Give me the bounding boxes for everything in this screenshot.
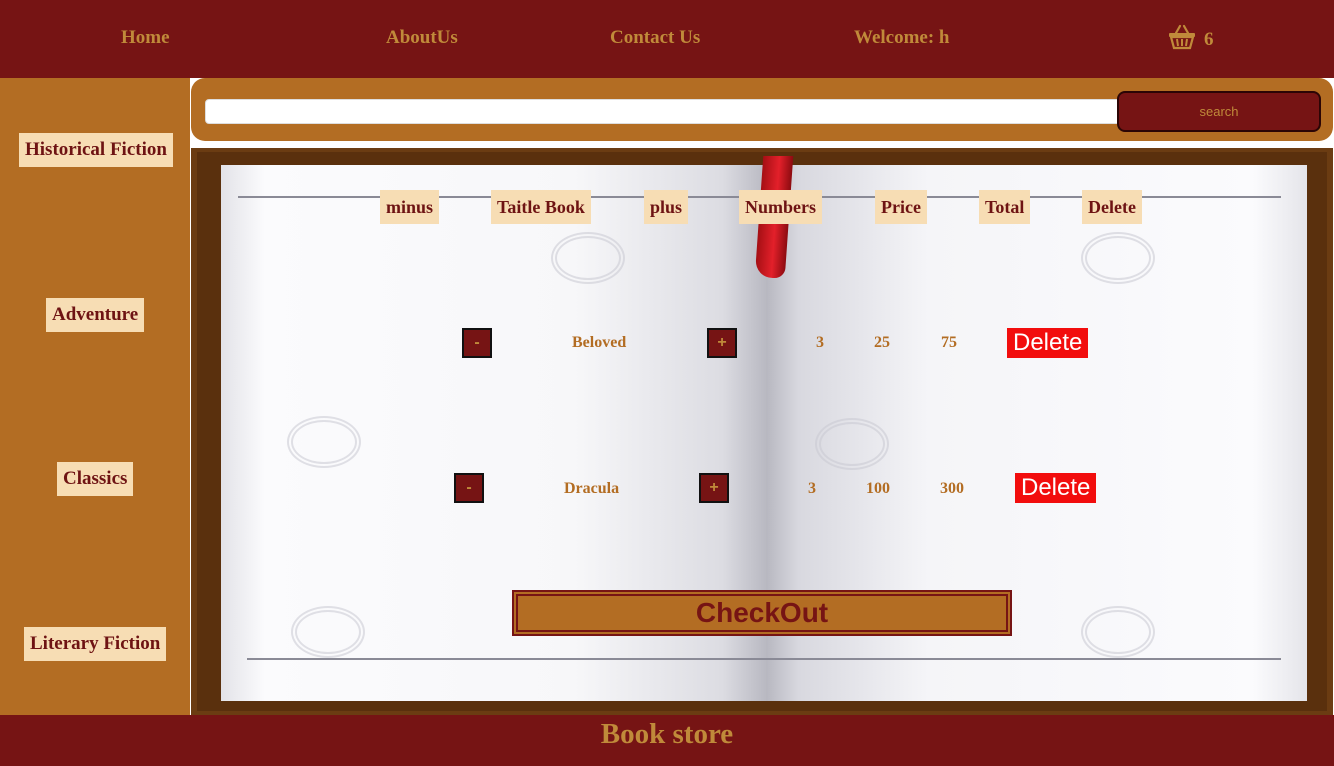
search-button[interactable]: search (1117, 91, 1321, 132)
book-total: 75 (941, 334, 957, 351)
watermark-swirl (1081, 232, 1155, 284)
header-title: Taitle Book (491, 190, 591, 224)
watermark-swirl (551, 232, 625, 284)
checkout-button[interactable]: CheckOut (512, 590, 1012, 636)
header-numbers: Numbers (739, 190, 822, 224)
book-price: 100 (866, 480, 890, 497)
book-total: 300 (940, 480, 964, 497)
footer-title: Book store (0, 715, 1334, 766)
nav-about-link[interactable]: AboutUs (386, 27, 458, 49)
bottom-page-rule (247, 658, 1281, 660)
delete-button[interactable]: Delete (1007, 328, 1089, 358)
category-adventure[interactable]: Adventure (46, 298, 145, 332)
nav-contact-link[interactable]: Contact Us (610, 27, 700, 49)
book-price: 25 (874, 334, 890, 351)
watermark-swirl (1081, 606, 1155, 658)
book-title: Beloved (572, 334, 627, 351)
header-delete: Delete (1082, 190, 1142, 224)
book-number: 3 (808, 480, 816, 497)
header-minus: minus (380, 190, 440, 224)
category-literary-fiction[interactable]: Literary Fiction (24, 627, 167, 661)
category-sidebar: Historical Fiction Adventure Classics Li… (0, 78, 190, 715)
search-input[interactable] (205, 99, 1125, 124)
cart-count: 6 (1204, 29, 1214, 50)
search-bar: search (191, 78, 1333, 141)
plus-button[interactable]: + (707, 328, 737, 358)
minus-button[interactable]: - (462, 328, 492, 358)
nav-home-link[interactable]: Home (121, 27, 170, 49)
welcome-text: Welcome: h (854, 27, 950, 48)
category-classics[interactable]: Classics (57, 462, 134, 496)
watermark-swirl (815, 418, 889, 470)
delete-button[interactable]: Delete (1015, 473, 1097, 503)
top-nav-bar: Home AboutUs Contact Us Welcome: h 6 (0, 0, 1334, 78)
header-total: Total (979, 190, 1031, 224)
header-plus: plus (644, 190, 689, 224)
cart-button[interactable]: 6 (1168, 24, 1214, 56)
basket-icon (1168, 24, 1196, 56)
watermark-swirl (287, 416, 361, 468)
book-title: Dracula (564, 480, 620, 497)
book-number: 3 (816, 334, 824, 351)
plus-button[interactable]: + (699, 473, 729, 503)
header-price: Price (875, 190, 927, 224)
minus-button[interactable]: - (454, 473, 484, 503)
category-historical-fiction[interactable]: Historical Fiction (19, 133, 173, 167)
watermark-swirl (291, 606, 365, 658)
